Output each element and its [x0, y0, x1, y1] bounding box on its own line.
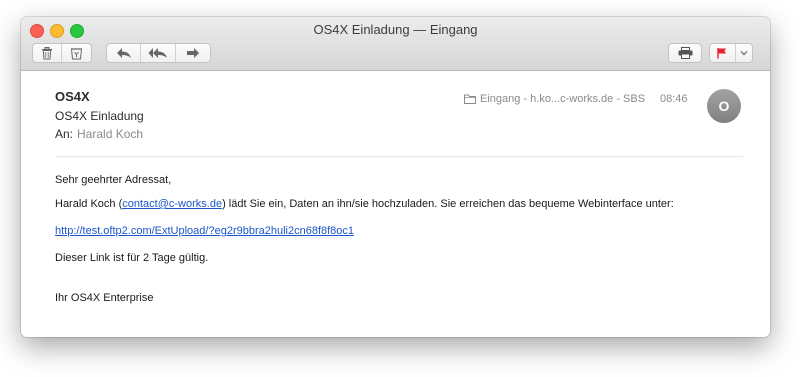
- flag-button[interactable]: [710, 44, 736, 62]
- body-greeting: Sehr geehrter Adressat,: [55, 174, 172, 186]
- flag-icon: [717, 48, 727, 59]
- window-title: OS4X Einladung — Eingang: [313, 22, 478, 37]
- sender-name[interactable]: OS4X: [55, 89, 90, 104]
- upload-link-row: http://test.oftp2.com/ExtUpload/?eg2r9bb…: [55, 225, 354, 237]
- avatar: O: [707, 89, 741, 123]
- junk-button[interactable]: [62, 44, 91, 62]
- print-button[interactable]: [669, 44, 701, 62]
- body-invitation-line: Harald Koch (contact@c-works.de) lädt Si…: [55, 198, 674, 210]
- print-icon: [678, 47, 692, 59]
- reply-all-icon: [148, 48, 168, 58]
- recipient-row: An: Harald Koch: [55, 127, 143, 141]
- forward-icon: [186, 48, 199, 58]
- mailbox-indicator: Eingang - h.ko...c-works.de - SBS: [464, 93, 645, 105]
- junk-icon: [70, 47, 83, 59]
- message-time: 08:46: [660, 93, 688, 105]
- upload-link[interactable]: http://test.oftp2.com/ExtUpload/?eg2r9bb…: [55, 225, 354, 237]
- folder-icon: [464, 94, 476, 104]
- invitation-text-start: Harald Koch (: [55, 198, 123, 210]
- sender-email-link[interactable]: contact@c-works.de: [122, 198, 222, 210]
- reply-button[interactable]: [107, 44, 142, 62]
- mailbox-label: Eingang - h.ko...c-works.de - SBS: [480, 93, 646, 105]
- delete-button[interactable]: [33, 44, 63, 62]
- reply-icon: [116, 48, 131, 58]
- reply-all-button[interactable]: [141, 44, 176, 62]
- trash-icon: [42, 46, 52, 59]
- mail-window: OS4X Einladung — Eingang OS4X OS4X Einla…: [21, 17, 770, 337]
- invitation-text-end: ) lädt Sie ein, Daten an ihn/sie hochzul…: [222, 198, 674, 210]
- reply-group: [106, 43, 211, 63]
- print-group: [668, 43, 702, 63]
- flag-group: [709, 43, 753, 63]
- validity-text: Dieser Link ist für 2 Tage gültig.: [55, 252, 209, 264]
- recipient-name[interactable]: Harald Koch: [77, 127, 143, 141]
- forward-button[interactable]: [176, 44, 210, 62]
- chevron-down-icon: [740, 51, 748, 56]
- avatar-initial: O: [718, 98, 730, 114]
- flag-menu-button[interactable]: [736, 44, 752, 62]
- to-label: An:: [55, 127, 74, 141]
- message-subject: OS4X Einladung: [55, 109, 144, 123]
- header-divider: [55, 156, 743, 157]
- delete-junk-group: [32, 43, 92, 63]
- signature: Ihr OS4X Enterprise: [55, 292, 154, 304]
- title-bar: OS4X Einladung — Eingang: [21, 17, 770, 71]
